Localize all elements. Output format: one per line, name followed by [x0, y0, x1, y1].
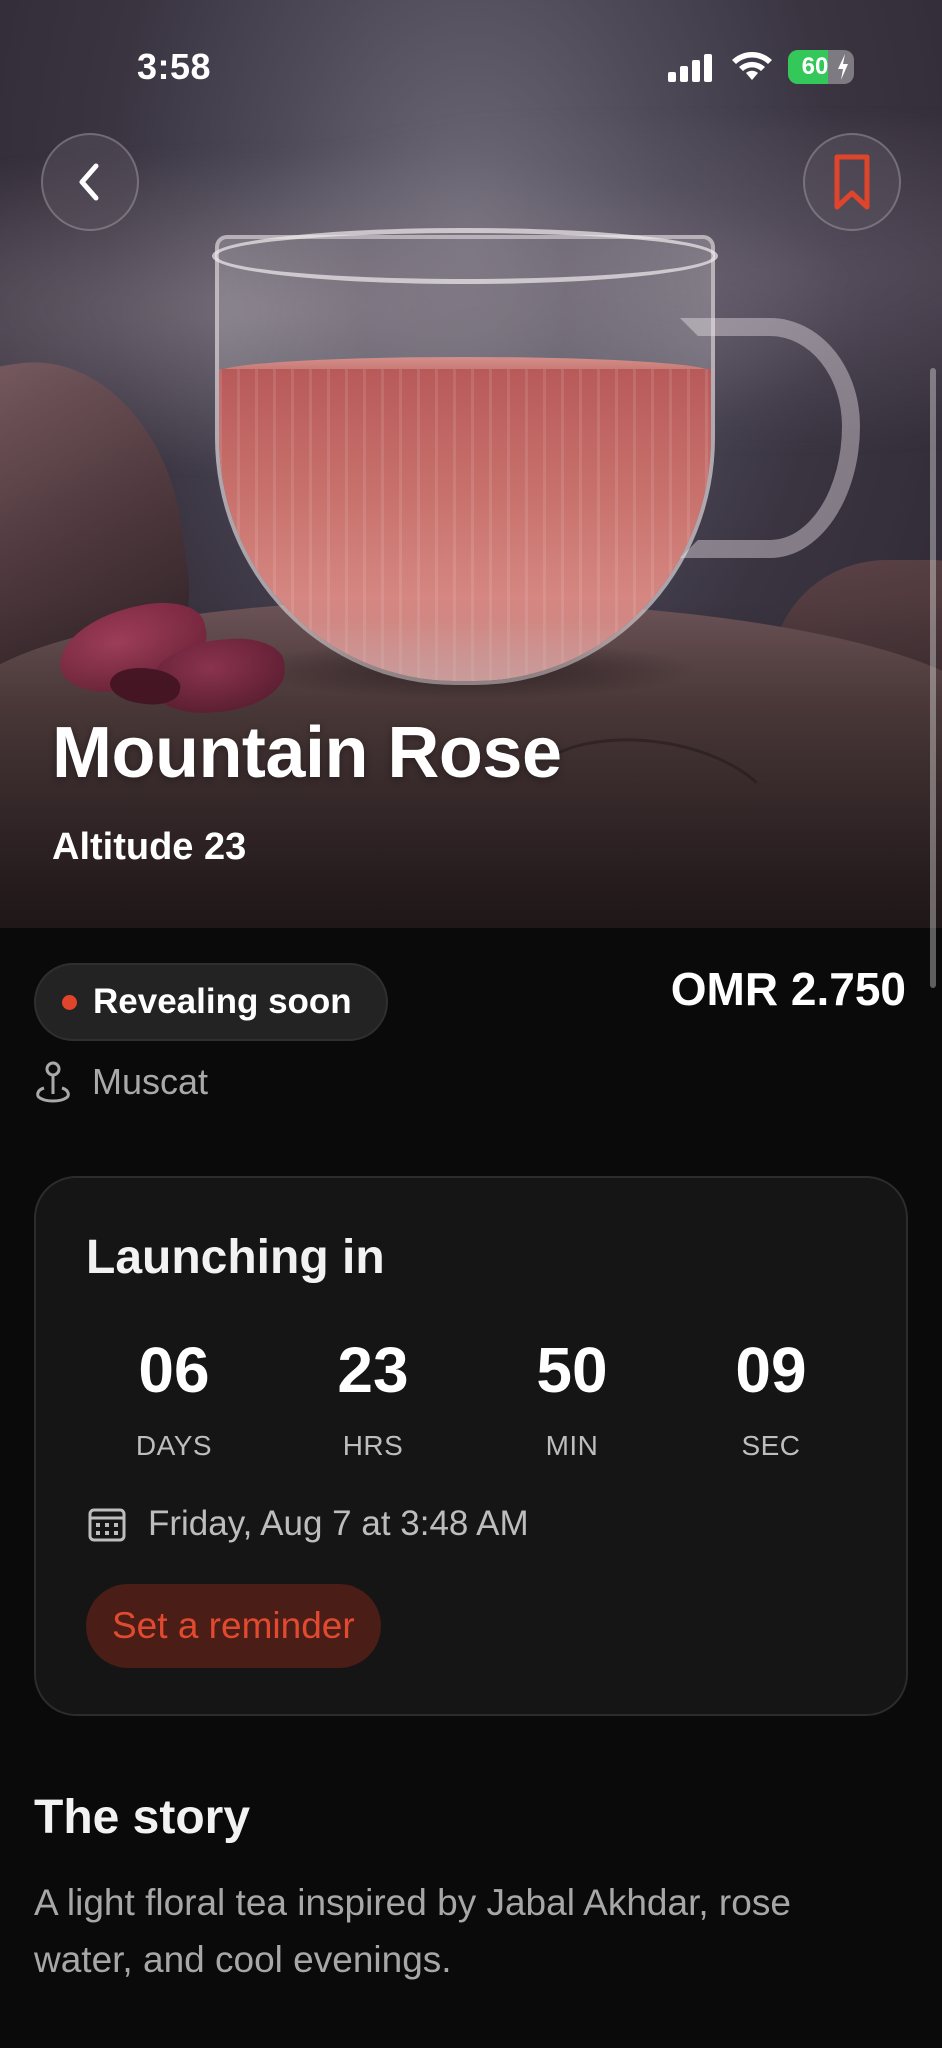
chevron-left-icon: [79, 163, 99, 201]
wifi-icon: [732, 52, 772, 80]
product-detail-screen: Mountain Rose Altitude 23 3:58 60 Reveal…: [0, 0, 942, 2048]
countdown-seconds: 09 SEC: [671, 1338, 871, 1462]
product-price: OMR 2.750: [670, 963, 906, 1015]
countdown-minutes-value: 50: [536, 1334, 608, 1406]
story-text: A light floral tea inspired by Jabal Akh…: [34, 1882, 791, 1980]
battery-indicator: 60: [788, 50, 854, 84]
status-badge: Revealing soon: [34, 963, 388, 1041]
story-title: The story: [34, 1791, 251, 1844]
countdown-minutes-label: MIN: [545, 1430, 599, 1461]
countdown-seconds-label: SEC: [741, 1430, 801, 1461]
scrollbar[interactable]: [930, 368, 936, 988]
countdown-card: Launching in 06 DAYS 23 HRS 50 MIN 09 SE…: [34, 1176, 908, 1716]
bookmark-icon: [834, 154, 870, 210]
map-pin-icon: [36, 1061, 70, 1103]
location-label: Muscat: [92, 1061, 209, 1102]
status-bar: 3:58 60: [0, 0, 942, 140]
status-badge-label: Revealing soon: [93, 982, 352, 1021]
status-dot: [62, 994, 77, 1010]
battery-percent: 60: [801, 53, 829, 80]
calendar-icon: [88, 1508, 126, 1542]
countdown-hours: 23 HRS: [273, 1338, 473, 1462]
bookmark-button[interactable]: [803, 133, 901, 231]
location: Muscat: [34, 1060, 208, 1104]
countdown-days-value: 06: [138, 1334, 210, 1406]
back-button[interactable]: [41, 133, 139, 231]
status-time: 3:58: [137, 46, 212, 87]
product-subtitle: Altitude 23: [52, 826, 247, 868]
countdown-days: 06 DAYS: [74, 1338, 274, 1462]
cellular-signal-icon: [668, 54, 712, 82]
product-title: Mountain Rose: [52, 713, 562, 793]
launch-date-row: Friday, Aug 7 at 3:48 AM: [88, 1504, 529, 1544]
countdown-minutes: 50 MIN: [472, 1338, 672, 1462]
countdown-days-label: DAYS: [135, 1430, 213, 1461]
countdown-hours-value: 23: [337, 1334, 409, 1406]
charging-bolt-icon: [838, 54, 848, 80]
countdown-hours-label: HRS: [342, 1430, 404, 1461]
launch-date: Friday, Aug 7 at 3:48 AM: [148, 1504, 529, 1543]
set-reminder-button[interactable]: Set a reminder: [86, 1584, 381, 1668]
countdown-title: Launching in: [86, 1231, 385, 1284]
countdown-seconds-value: 09: [735, 1334, 807, 1406]
